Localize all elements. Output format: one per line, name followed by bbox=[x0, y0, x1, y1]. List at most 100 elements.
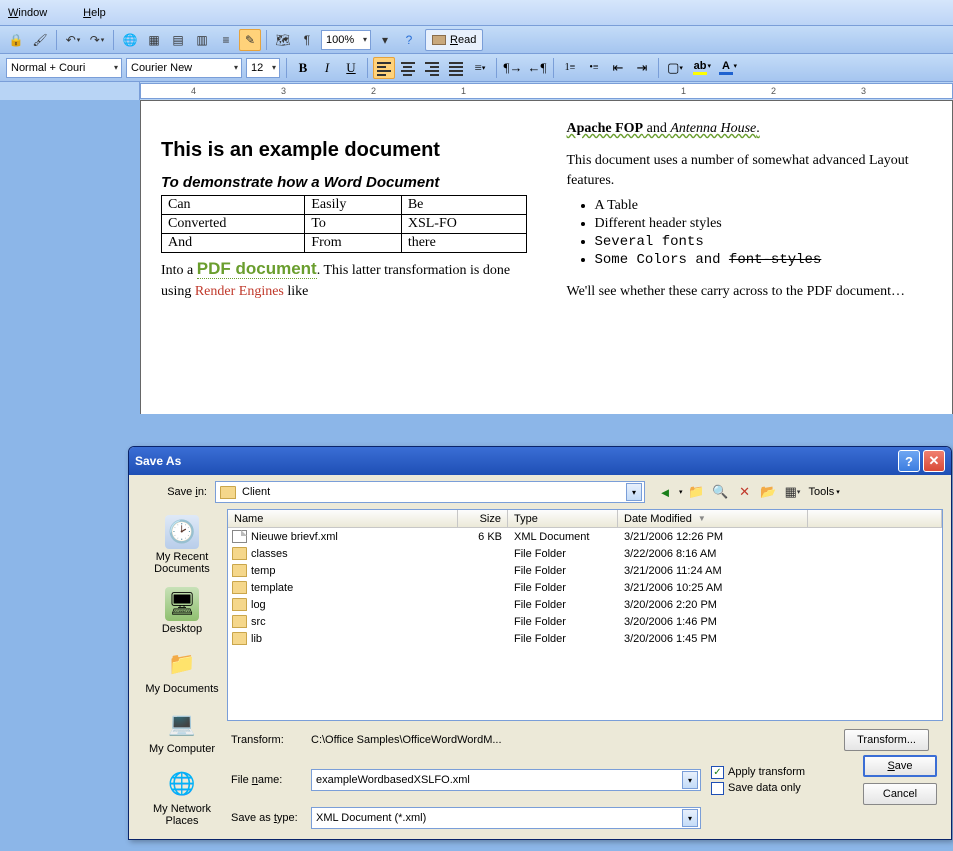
file-row[interactable]: libFile Folder3/20/2006 1:45 PM bbox=[228, 630, 942, 647]
place-desktop[interactable]: 🖥Desktop bbox=[142, 583, 222, 643]
help-icon[interactable]: ? bbox=[398, 29, 420, 51]
columns-icon[interactable]: ≡ bbox=[215, 29, 237, 51]
place-recent[interactable]: 🕑My Recent Documents bbox=[142, 511, 222, 583]
filename-input[interactable]: exampleWordbasedXSLFO.xml▾ bbox=[311, 769, 701, 791]
transform-path: C:\Office Samples\OfficeWordWordM... bbox=[311, 734, 844, 746]
file-row[interactable]: templateFile Folder3/21/2006 10:25 AM bbox=[228, 579, 942, 596]
views-button[interactable]: ▦▾ bbox=[783, 482, 803, 502]
ltr-button[interactable]: ¶→ bbox=[502, 57, 524, 79]
document-page[interactable]: This is an example document To demonstra… bbox=[140, 100, 953, 414]
font-color-button[interactable]: A bbox=[713, 57, 739, 79]
filename-label: File name: bbox=[231, 774, 311, 786]
decrease-indent-button[interactable]: ⇤ bbox=[607, 57, 629, 79]
delete-button[interactable]: ✕ bbox=[735, 482, 755, 502]
align-justify-button[interactable] bbox=[445, 57, 467, 79]
file-row[interactable]: srcFile Folder3/20/2006 1:46 PM bbox=[228, 613, 942, 630]
savetype-input[interactable]: XML Document (*.xml)▾ bbox=[311, 807, 701, 829]
place-mydocs[interactable]: 📁My Documents bbox=[142, 643, 222, 703]
back-button[interactable]: ◄ bbox=[655, 482, 675, 502]
doc-heading-2: To demonstrate how a Word Document bbox=[161, 174, 527, 191]
transform-button[interactable]: Transform... bbox=[844, 729, 929, 751]
dialog-titlebar: Save As ? ✕ bbox=[129, 447, 951, 475]
up-one-level-button[interactable]: 📁 bbox=[687, 482, 707, 502]
save-button[interactable]: Save bbox=[863, 755, 937, 777]
standard-toolbar: 🔒 🖌 ↶▾ ↷▾ 🌐 ▦ ▤ ▥ ≡ ✎ 🗺 ¶ 100% ▾ ? Read bbox=[0, 26, 953, 54]
font-size-combo[interactable]: 12 bbox=[246, 58, 280, 78]
italic-button[interactable]: I bbox=[316, 57, 338, 79]
new-folder-button[interactable]: 📂 bbox=[759, 482, 779, 502]
numbering-button[interactable]: 1≡ bbox=[559, 57, 581, 79]
save-as-dialog: Save As ? ✕ Save in: Client ▾ ◄ ▾ 📁 🔍 ✕ … bbox=[128, 446, 952, 840]
insert-table-icon[interactable]: ▤ bbox=[167, 29, 189, 51]
insert-worksheet-icon[interactable]: ▥ bbox=[191, 29, 213, 51]
folder-icon bbox=[232, 564, 247, 577]
dialog-bottom: Transform: C:\Office Samples\OfficeWordW… bbox=[137, 721, 943, 833]
line-spacing-button[interactable]: ≡▾ bbox=[469, 57, 491, 79]
file-row[interactable]: classesFile Folder3/22/2006 8:16 AM bbox=[228, 545, 942, 562]
dialog-help-button[interactable]: ? bbox=[898, 450, 920, 472]
document-map-icon[interactable]: 🗺 bbox=[272, 29, 294, 51]
file-list-header[interactable]: Name Size Type Date Modified▼ bbox=[228, 510, 942, 528]
cancel-button[interactable]: Cancel bbox=[863, 783, 937, 805]
bullets-button[interactable]: •≡ bbox=[583, 57, 605, 79]
dialog-topbar: Save in: Client ▾ ◄ ▾ 📁 🔍 ✕ 📂 ▦▾ Tools▾ bbox=[137, 481, 943, 503]
col-size[interactable]: Size bbox=[458, 510, 508, 527]
zoom-combo[interactable]: 100% bbox=[321, 30, 371, 50]
savetype-label: Save as type: bbox=[231, 812, 311, 824]
permission-icon[interactable]: 🔒 bbox=[5, 29, 27, 51]
col-name[interactable]: Name bbox=[228, 510, 458, 527]
file-row[interactable]: logFile Folder3/20/2006 2:20 PM bbox=[228, 596, 942, 613]
borders-button[interactable]: ▢▾ bbox=[664, 57, 686, 79]
save-data-only-checkbox[interactable]: Save data only bbox=[711, 782, 805, 795]
zoom-dropdown[interactable]: ▾ bbox=[374, 29, 396, 51]
tools-menu[interactable]: Tools▾ bbox=[809, 486, 840, 498]
increase-indent-button[interactable]: ⇥ bbox=[631, 57, 653, 79]
menu-bar: Window Help bbox=[0, 0, 953, 26]
folder-icon bbox=[232, 615, 247, 628]
doc-table: CanEasilyBeConvertedToXSL-FOAndFromthere bbox=[161, 195, 527, 253]
underline-button[interactable]: U bbox=[340, 57, 362, 79]
checkbox-checked-icon: ✓ bbox=[711, 766, 724, 779]
horizontal-ruler[interactable]: 4 3 2 1 1 2 3 bbox=[140, 83, 953, 99]
show-hide-icon[interactable]: ¶ bbox=[296, 29, 318, 51]
align-right-button[interactable] bbox=[421, 57, 443, 79]
file-list-pane: Name Size Type Date Modified▼ Nieuwe bri… bbox=[227, 509, 943, 721]
menu-help[interactable]: Help bbox=[83, 7, 124, 19]
doc-features-intro: This document uses a number of somewhat … bbox=[567, 151, 933, 192]
align-left-button[interactable] bbox=[373, 57, 395, 79]
redo-button[interactable]: ↷▾ bbox=[86, 29, 108, 51]
tables-borders-icon[interactable]: ▦ bbox=[143, 29, 165, 51]
dialog-title: Save As bbox=[135, 454, 181, 468]
style-combo[interactable]: Normal + Couri bbox=[6, 58, 122, 78]
font-combo[interactable]: Courier New bbox=[126, 58, 242, 78]
folder-icon bbox=[232, 547, 247, 560]
doc-heading-1: This is an example document bbox=[161, 139, 527, 162]
folder-icon bbox=[232, 598, 247, 611]
col-date[interactable]: Date Modified▼ bbox=[618, 510, 808, 527]
undo-button[interactable]: ↶▾ bbox=[62, 29, 84, 51]
col-type[interactable]: Type bbox=[508, 510, 618, 527]
search-web-button[interactable]: 🔍 bbox=[711, 482, 731, 502]
rtl-button[interactable]: ←¶ bbox=[526, 57, 548, 79]
align-center-button[interactable] bbox=[397, 57, 419, 79]
xml-file-icon bbox=[232, 530, 247, 543]
save-in-combo[interactable]: Client ▾ bbox=[215, 481, 645, 503]
menu-window[interactable]: Window bbox=[8, 7, 65, 19]
bold-button[interactable]: B bbox=[292, 57, 314, 79]
dialog-close-button[interactable]: ✕ bbox=[923, 450, 945, 472]
checkbox-unchecked-icon bbox=[711, 782, 724, 795]
read-button[interactable]: Read bbox=[425, 29, 483, 51]
hyperlink-icon[interactable]: 🌐 bbox=[119, 29, 141, 51]
folder-icon bbox=[232, 581, 247, 594]
save-in-label: Save in: bbox=[137, 486, 207, 498]
apply-transform-checkbox[interactable]: ✓Apply transform bbox=[711, 766, 805, 779]
column-right: Apache FOP and Antenna House. This docum… bbox=[567, 121, 933, 302]
format-painter-icon[interactable]: 🖌 bbox=[29, 29, 51, 51]
chevron-down-icon[interactable]: ▾ bbox=[626, 483, 642, 501]
file-row[interactable]: tempFile Folder3/21/2006 11:24 AM bbox=[228, 562, 942, 579]
formatting-toolbar: Normal + Couri Courier New 12 B I U ≡▾ ¶… bbox=[0, 54, 953, 82]
column-left: This is an example document To demonstra… bbox=[161, 121, 527, 302]
drawing-icon[interactable]: ✎ bbox=[239, 29, 261, 51]
file-row[interactable]: Nieuwe brievf.xml6 KBXML Document3/21/20… bbox=[228, 528, 942, 545]
highlight-button[interactable]: ab bbox=[687, 57, 713, 79]
